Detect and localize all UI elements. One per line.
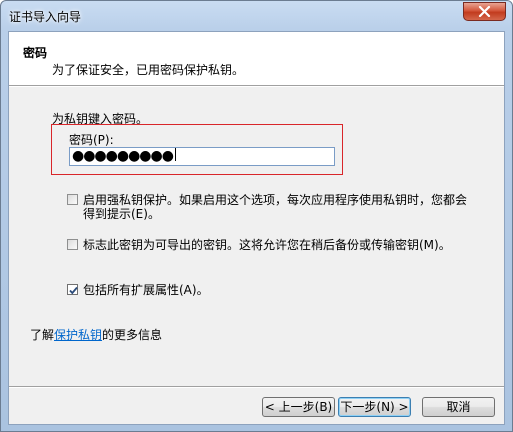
wizard-header: 密码 为了保证安全，已用密码保护私钥。 bbox=[9, 32, 504, 85]
password-label: 密码(P): bbox=[69, 133, 114, 147]
next-button[interactable]: 下一步(N) > bbox=[338, 397, 411, 417]
password-field[interactable]: ●●●●●●●●● bbox=[69, 147, 335, 166]
back-button[interactable]: < 上一步(B) bbox=[262, 397, 335, 417]
footer-divider bbox=[9, 386, 504, 388]
learn-more-text: 了解保护私钥的更多信息 bbox=[30, 328, 163, 342]
checkmark-icon bbox=[69, 286, 78, 295]
page-title: 密码 bbox=[23, 46, 48, 60]
title-bar[interactable]: 证书导入向导 bbox=[1, 1, 512, 31]
page-subtitle: 为了保证安全，已用密码保护私钥。 bbox=[52, 63, 245, 77]
strong-protection-label: 启用强私钥保护。如果启用这个选项，每次应用程序使用私钥时，您都会 得到提示(E)… bbox=[83, 193, 468, 221]
wizard-window: 证书导入向导 密码 为了保证安全，已用密码保护私钥。 为私钥键入密码。 密码(P… bbox=[0, 0, 513, 432]
password-highlight-box: 密码(P): ●●●●●●●●● bbox=[51, 124, 343, 175]
close-icon bbox=[478, 6, 491, 17]
protect-private-key-link[interactable]: 保护私钥 bbox=[54, 328, 102, 342]
wizard-content: 密码 为了保证安全，已用密码保护私钥。 为私钥键入密码。 密码(P): ●●●●… bbox=[8, 31, 505, 425]
strong-protection-checkbox[interactable] bbox=[67, 194, 78, 205]
extended-properties-label: 包括所有扩展属性(A)。 bbox=[83, 283, 209, 297]
text-caret bbox=[174, 148, 176, 161]
exportable-label: 标志此密钥为可导出的密钥。这将允许您在稍后备份或传输密钥(M)。 bbox=[83, 238, 451, 252]
close-button[interactable] bbox=[463, 2, 506, 21]
extended-properties-checkbox[interactable] bbox=[67, 284, 78, 295]
password-mask: ●●●●●●●●● bbox=[72, 148, 174, 164]
cancel-button[interactable]: 取消 bbox=[422, 397, 495, 417]
window-title: 证书导入向导 bbox=[9, 10, 82, 24]
header-divider bbox=[9, 85, 504, 87]
exportable-checkbox[interactable] bbox=[67, 239, 78, 250]
